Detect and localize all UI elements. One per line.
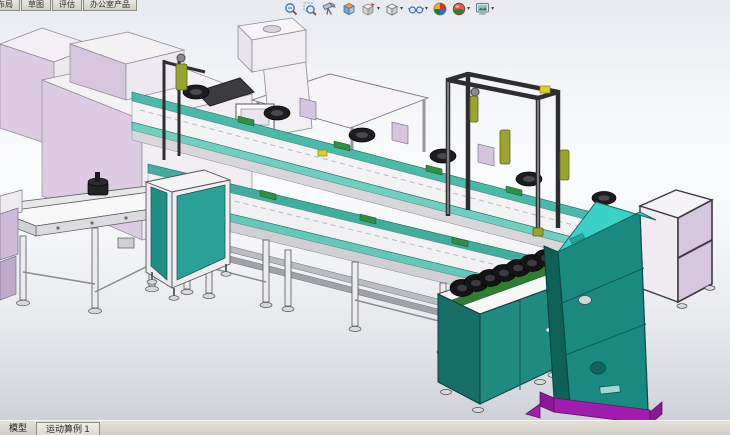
previous-view-button[interactable] [320,1,339,17]
tab-model[interactable]: 模型 [0,422,36,434]
tab-office-products[interactable]: 办公室产品 [83,0,137,11]
heads-up-view-toolbar: ▾ ▾ ▾ [282,0,496,17]
edit-appearance-button[interactable] [431,1,449,17]
tab-evaluate[interactable]: 评估 [52,0,82,11]
view-orientation-button[interactable]: ▾ [359,1,382,17]
section-cube-icon [342,2,356,16]
color-ball-icon [433,2,447,16]
display-cube-icon [385,2,399,16]
hide-show-items-button[interactable]: ▾ [406,1,430,17]
dropdown-caret: ▾ [377,6,380,12]
scene-sphere-icon [452,2,466,16]
display-style-button[interactable]: ▾ [383,1,405,17]
left-edge-boxes[interactable] [0,190,22,300]
glasses-icon [408,2,424,16]
tab-layout[interactable]: 布局 [0,0,20,11]
apply-scene-button[interactable]: ▾ [450,1,472,17]
tab-motion-study-1[interactable]: 运动算例 1 [36,422,100,435]
graphics-viewport[interactable] [0,0,730,421]
teal-panel-cabinet[interactable] [146,170,231,300]
dropdown-caret: ▾ [400,6,403,12]
telescope-icon [322,2,337,16]
view-settings-button[interactable]: ▾ [473,1,496,17]
command-manager-tabs: 布局 草图 评估 办公室产品 [0,0,138,11]
magnifier-icon [284,2,298,16]
orientation-cube-icon [361,2,376,16]
section-view-button[interactable] [340,1,358,17]
magnifier-area-icon [303,2,317,16]
study-tab-bar: 模型 运动算例 1 [0,420,730,435]
dropdown-caret: ▾ [491,6,494,12]
monitor-icon [475,2,490,16]
dropdown-caret: ▾ [425,6,428,12]
zoom-to-area-button[interactable] [301,1,319,17]
lavender-cabinet[interactable] [640,190,715,308]
dropdown-caret: ▾ [467,6,470,12]
solidworks-window: 布局 草图 评估 办公室产品 [0,0,730,435]
cad-viewport-scene[interactable] [0,0,730,420]
tab-sketch[interactable]: 草图 [21,0,51,11]
zoom-to-fit-button[interactable] [282,1,300,17]
